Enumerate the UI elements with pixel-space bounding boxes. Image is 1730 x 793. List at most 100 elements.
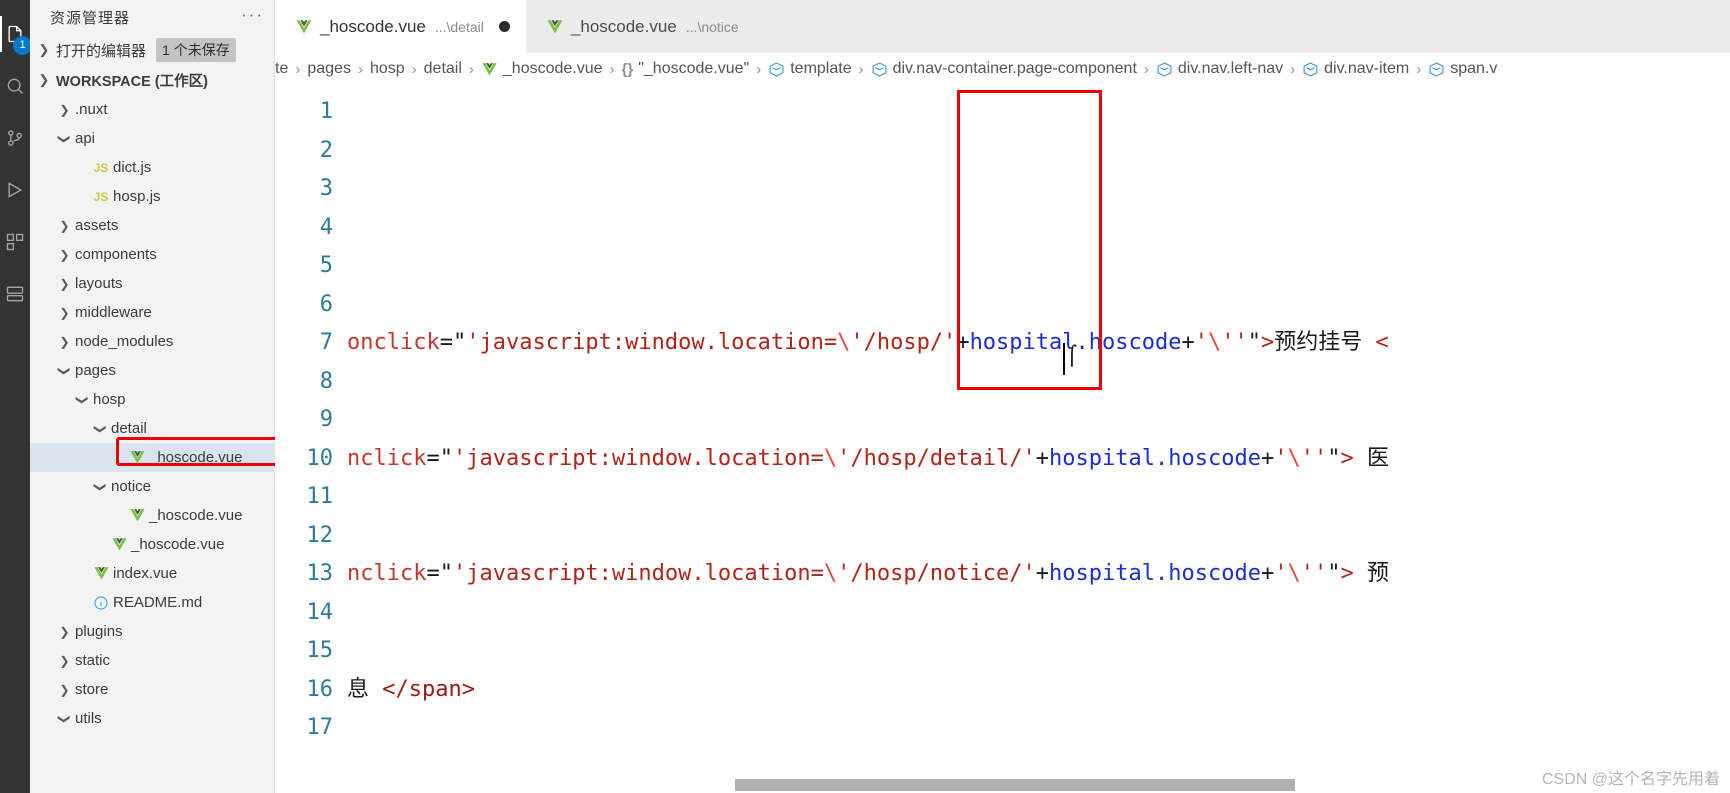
breadcrumb-separator-icon: ›	[1143, 60, 1149, 78]
breadcrumb-separator-icon: ›	[411, 60, 417, 78]
workspace-section[interactable]: ❯ WORKSPACE (工作区)	[30, 65, 274, 95]
code-line[interactable]	[347, 132, 1730, 171]
activity-item-extensions[interactable]	[0, 216, 30, 268]
tree-item-pages[interactable]: ❯ pages	[30, 356, 274, 385]
line-number: 3	[319, 176, 333, 201]
tree-item-layouts[interactable]: ❯ layouts	[30, 269, 274, 298]
code-line[interactable]	[347, 594, 1730, 633]
tree-item-assets[interactable]: ❯ assets	[30, 211, 274, 240]
tree-item-label: _hoscode.vue	[149, 449, 243, 466]
tree-item-dict-js[interactable]: JS dict.js	[30, 153, 274, 182]
tree-item-readme-md[interactable]: README.md	[30, 588, 274, 617]
code-editor[interactable]: 1 2 3 4 5 6 7 8 9 10 11 12 13 14 15 16 17 onclick="'java…	[275, 85, 1730, 793]
code-line[interactable]	[347, 632, 1730, 671]
breadcrumb-item[interactable]: _hoscode.vue	[481, 60, 603, 78]
code-token: >	[1260, 330, 1275, 355]
tree-item-label: detail	[111, 420, 147, 437]
tree-item-label: layouts	[75, 275, 123, 292]
breadcrumb-item[interactable]: div.nav-container.page-component	[871, 60, 1137, 78]
activity-item-source-control[interactable]	[0, 112, 30, 164]
tree-item-label: utils	[75, 710, 102, 727]
tree-item-hosp[interactable]: ❯ hosp	[30, 385, 274, 414]
line-number: 10	[306, 445, 334, 471]
tree-item-label: components	[75, 246, 157, 263]
code-token: 'javascript:window.location=	[452, 561, 824, 586]
breadcrumb-item[interactable]: {} "_hoscode.vue"	[622, 60, 750, 78]
editor-area: _hoscode.vue ...\detail _hoscode.vue ...\no…	[275, 0, 1730, 793]
code-token: '/hosp/detail/'	[837, 445, 1036, 471]
code-line[interactable]	[347, 709, 1730, 748]
activity-item-explorer[interactable]: 1	[0, 8, 32, 60]
tree-item--hoscode-vue[interactable]: _hoscode.vue	[30, 530, 274, 559]
code-line[interactable]: 息 </span>	[347, 671, 1730, 710]
code-line[interactable]	[347, 401, 1730, 440]
tree-item-label: dict.js	[113, 159, 152, 176]
tree-item-notice[interactable]: ❯ notice	[30, 472, 274, 501]
breadcrumb-item[interactable]: detail	[424, 60, 462, 78]
tree-item-node-modules[interactable]: ❯ node_modules	[30, 327, 274, 356]
line-number: 12	[306, 522, 334, 548]
sidebar-header: 资源管理器 ···	[30, 0, 274, 35]
tree-item-utils[interactable]: ❯ utils	[30, 704, 274, 733]
code-token: '	[1300, 561, 1314, 586]
symbol-object-icon: {}	[621, 60, 634, 78]
tree-item-middleware[interactable]: ❯ middleware	[30, 298, 274, 327]
editor-tab-active[interactable]: _hoscode.vue ...\detail	[275, 0, 526, 53]
code-line[interactable]	[347, 478, 1730, 517]
breadcrumb-label: _hoscode.vue	[502, 60, 603, 77]
breadcrumb-separator-icon: ›	[858, 60, 864, 78]
code-token: >	[1340, 445, 1354, 471]
chevron-down-icon: ❯	[38, 72, 50, 87]
breadcrumb-item[interactable]: span.v	[1428, 60, 1497, 78]
code-line[interactable]	[347, 286, 1730, 325]
code-token: nclick	[347, 445, 427, 471]
code-line[interactable]	[347, 93, 1730, 132]
tree-item-hosp-js[interactable]: JS hosp.js	[30, 182, 274, 211]
breadcrumb-item[interactable]: div.nav-item	[1302, 60, 1409, 78]
tree-item-components[interactable]: ❯ components	[30, 240, 274, 269]
tree-item-index-vue[interactable]: index.vue	[30, 559, 274, 588]
tree-item-label: pages	[75, 362, 116, 379]
line-number: 1	[319, 99, 333, 124]
activity-item-search[interactable]	[0, 60, 30, 112]
tree-item-label: index.vue	[113, 565, 178, 582]
code-content[interactable]: onclick="'javascript:window.location=\'/…	[347, 85, 1730, 793]
code-line[interactable]	[347, 209, 1730, 248]
code-line[interactable]: onclick="'javascript:window.location=\'/…	[347, 324, 1730, 363]
horizontal-scrollbar[interactable]	[735, 779, 1295, 791]
open-editors-section[interactable]: ❯ 打开的编辑器 1 个未保存	[30, 35, 274, 65]
code-line[interactable]: nclick="'javascript:window.location=\'/h…	[347, 440, 1730, 479]
remote-explorer-icon	[6, 286, 24, 302]
tree-item--hoscode-vue[interactable]: _hoscode.vue	[30, 443, 274, 472]
tree-item-api[interactable]: ❯ api	[30, 124, 274, 153]
breadcrumb-item[interactable]: template	[768, 60, 852, 78]
breadcrumb-label: span.v	[1450, 60, 1498, 77]
tree-item-label: _hoscode.vue	[131, 536, 225, 553]
tree-item-static[interactable]: ❯ static	[30, 646, 274, 675]
code-token: "	[439, 445, 453, 471]
code-token: "	[1247, 330, 1261, 355]
vue-file-icon	[127, 449, 147, 466]
tree-item--nuxt[interactable]: ❯ .nuxt	[30, 95, 274, 124]
code-line[interactable]	[347, 363, 1730, 402]
line-number-gutter: 1 2 3 4 5 6 7 8 9 10 11 12 13 14 15 16 17	[275, 85, 347, 793]
breadcrumb-item[interactable]: div.nav.left-nav	[1156, 60, 1283, 78]
tree-item-detail[interactable]: ❯ detail	[30, 414, 274, 443]
code-line[interactable]	[347, 517, 1730, 556]
breadcrumb-item[interactable]: te	[275, 60, 288, 78]
editor-tab[interactable]: _hoscode.vue ...\notice	[525, 0, 755, 53]
activity-item-remote-explorer[interactable]	[0, 268, 30, 320]
activity-item-run-debug[interactable]	[0, 164, 30, 216]
breadcrumb-item[interactable]: hosp	[370, 60, 405, 78]
breadcrumb-item[interactable]: pages	[307, 60, 351, 78]
tree-item-store[interactable]: ❯ store	[30, 675, 274, 704]
code-token: '	[1300, 445, 1314, 471]
tree-item-plugins[interactable]: ❯ plugins	[30, 617, 274, 646]
code-line[interactable]: nclick="'javascript:window.location=\'/h…	[347, 555, 1730, 594]
code-line[interactable]	[347, 170, 1730, 209]
mouse-ibeam-cursor: ⌠	[1067, 345, 1077, 367]
tree-item--hoscode-vue[interactable]: _hoscode.vue	[30, 501, 274, 530]
code-line[interactable]	[347, 247, 1730, 286]
more-actions-icon[interactable]: ···	[241, 5, 264, 31]
unsaved-dot-icon[interactable]	[498, 21, 510, 32]
